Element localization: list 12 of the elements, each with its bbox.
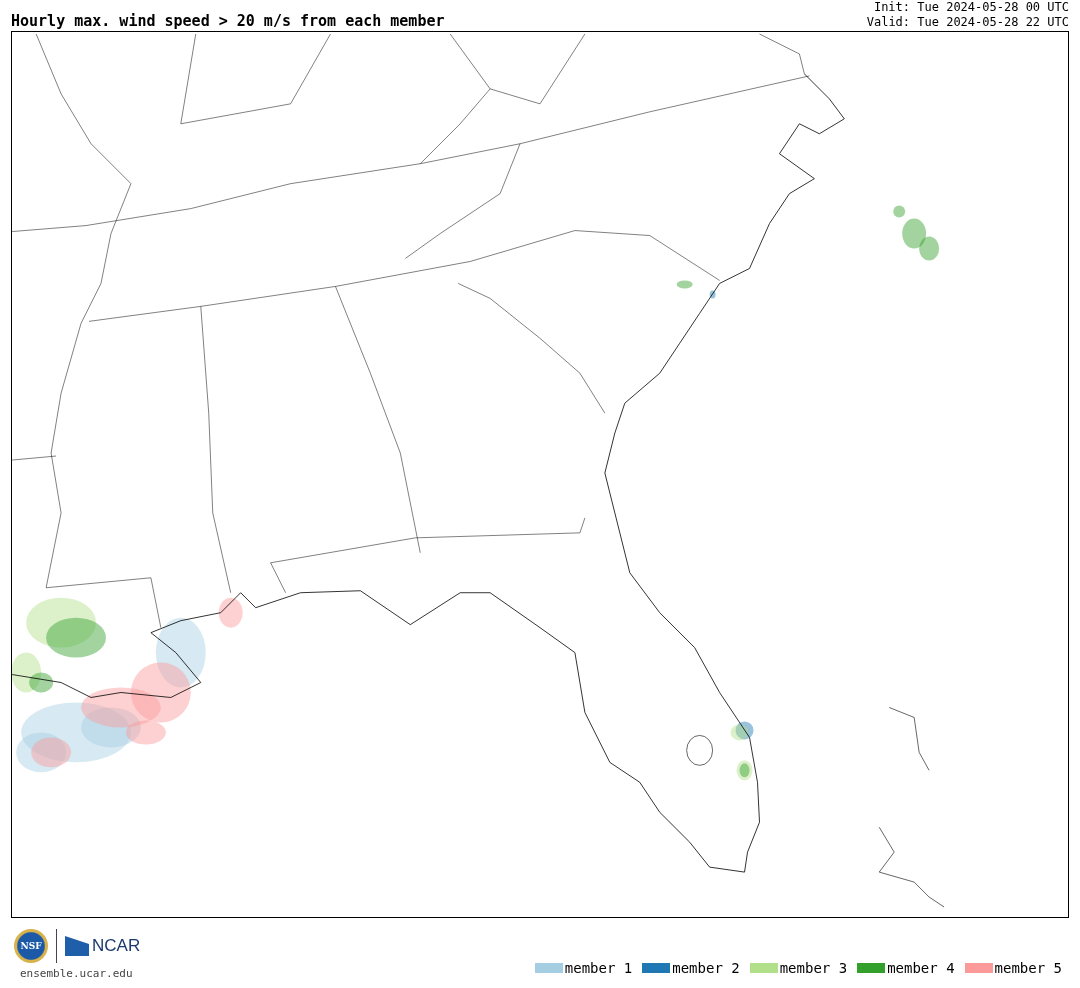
legend-label: member 5 — [994, 960, 1062, 976]
legend-label: member 1 — [564, 960, 633, 976]
legend-label: member 3 — [779, 960, 848, 976]
ncar-logo-icon — [65, 936, 89, 956]
chart-title: Hourly max. wind speed > 20 m/s from each member — [11, 12, 445, 30]
legend-label: member 4 — [887, 960, 955, 976]
valid-time: Valid: Tue 2024-05-28 22 UTC — [866, 15, 1069, 30]
init-time: Init: Tue 2024-05-28 00 UTC — [873, 0, 1069, 15]
website-url: ensemble.ucar.edu — [19, 967, 134, 980]
nsf-logo: NSF — [14, 929, 48, 963]
ncar-logo: NCAR — [92, 936, 141, 956]
legend-label: member 2 — [672, 960, 740, 976]
